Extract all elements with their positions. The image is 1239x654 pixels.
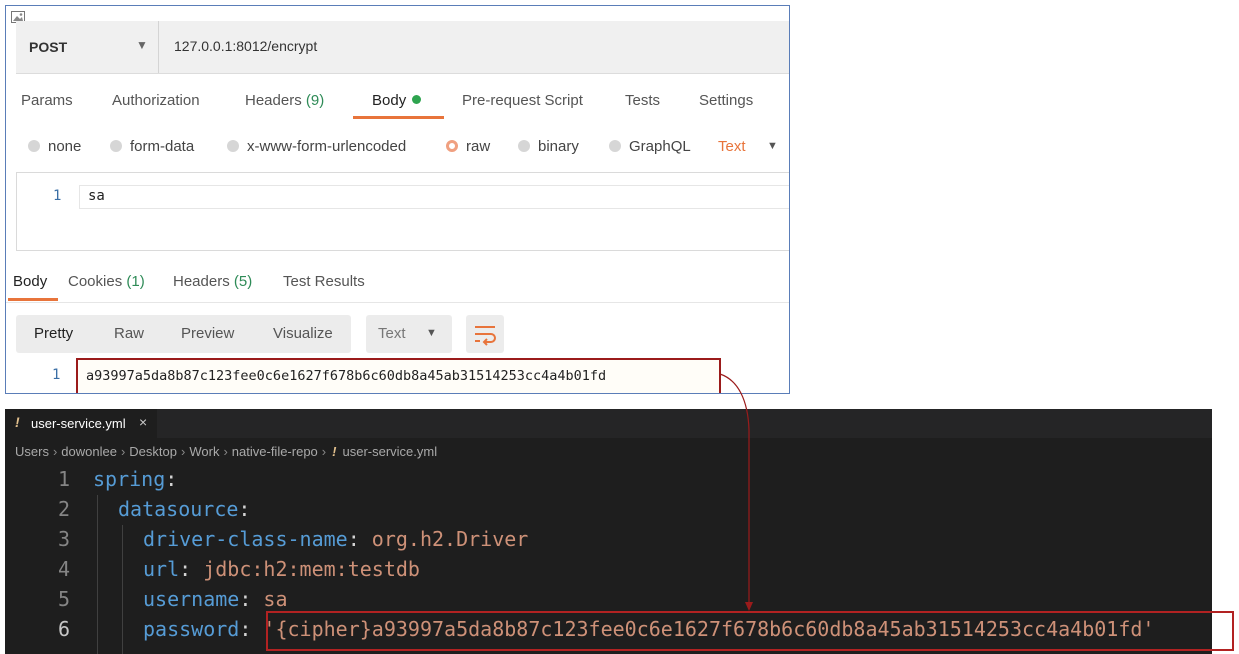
- connector-arrow: [719, 373, 753, 611]
